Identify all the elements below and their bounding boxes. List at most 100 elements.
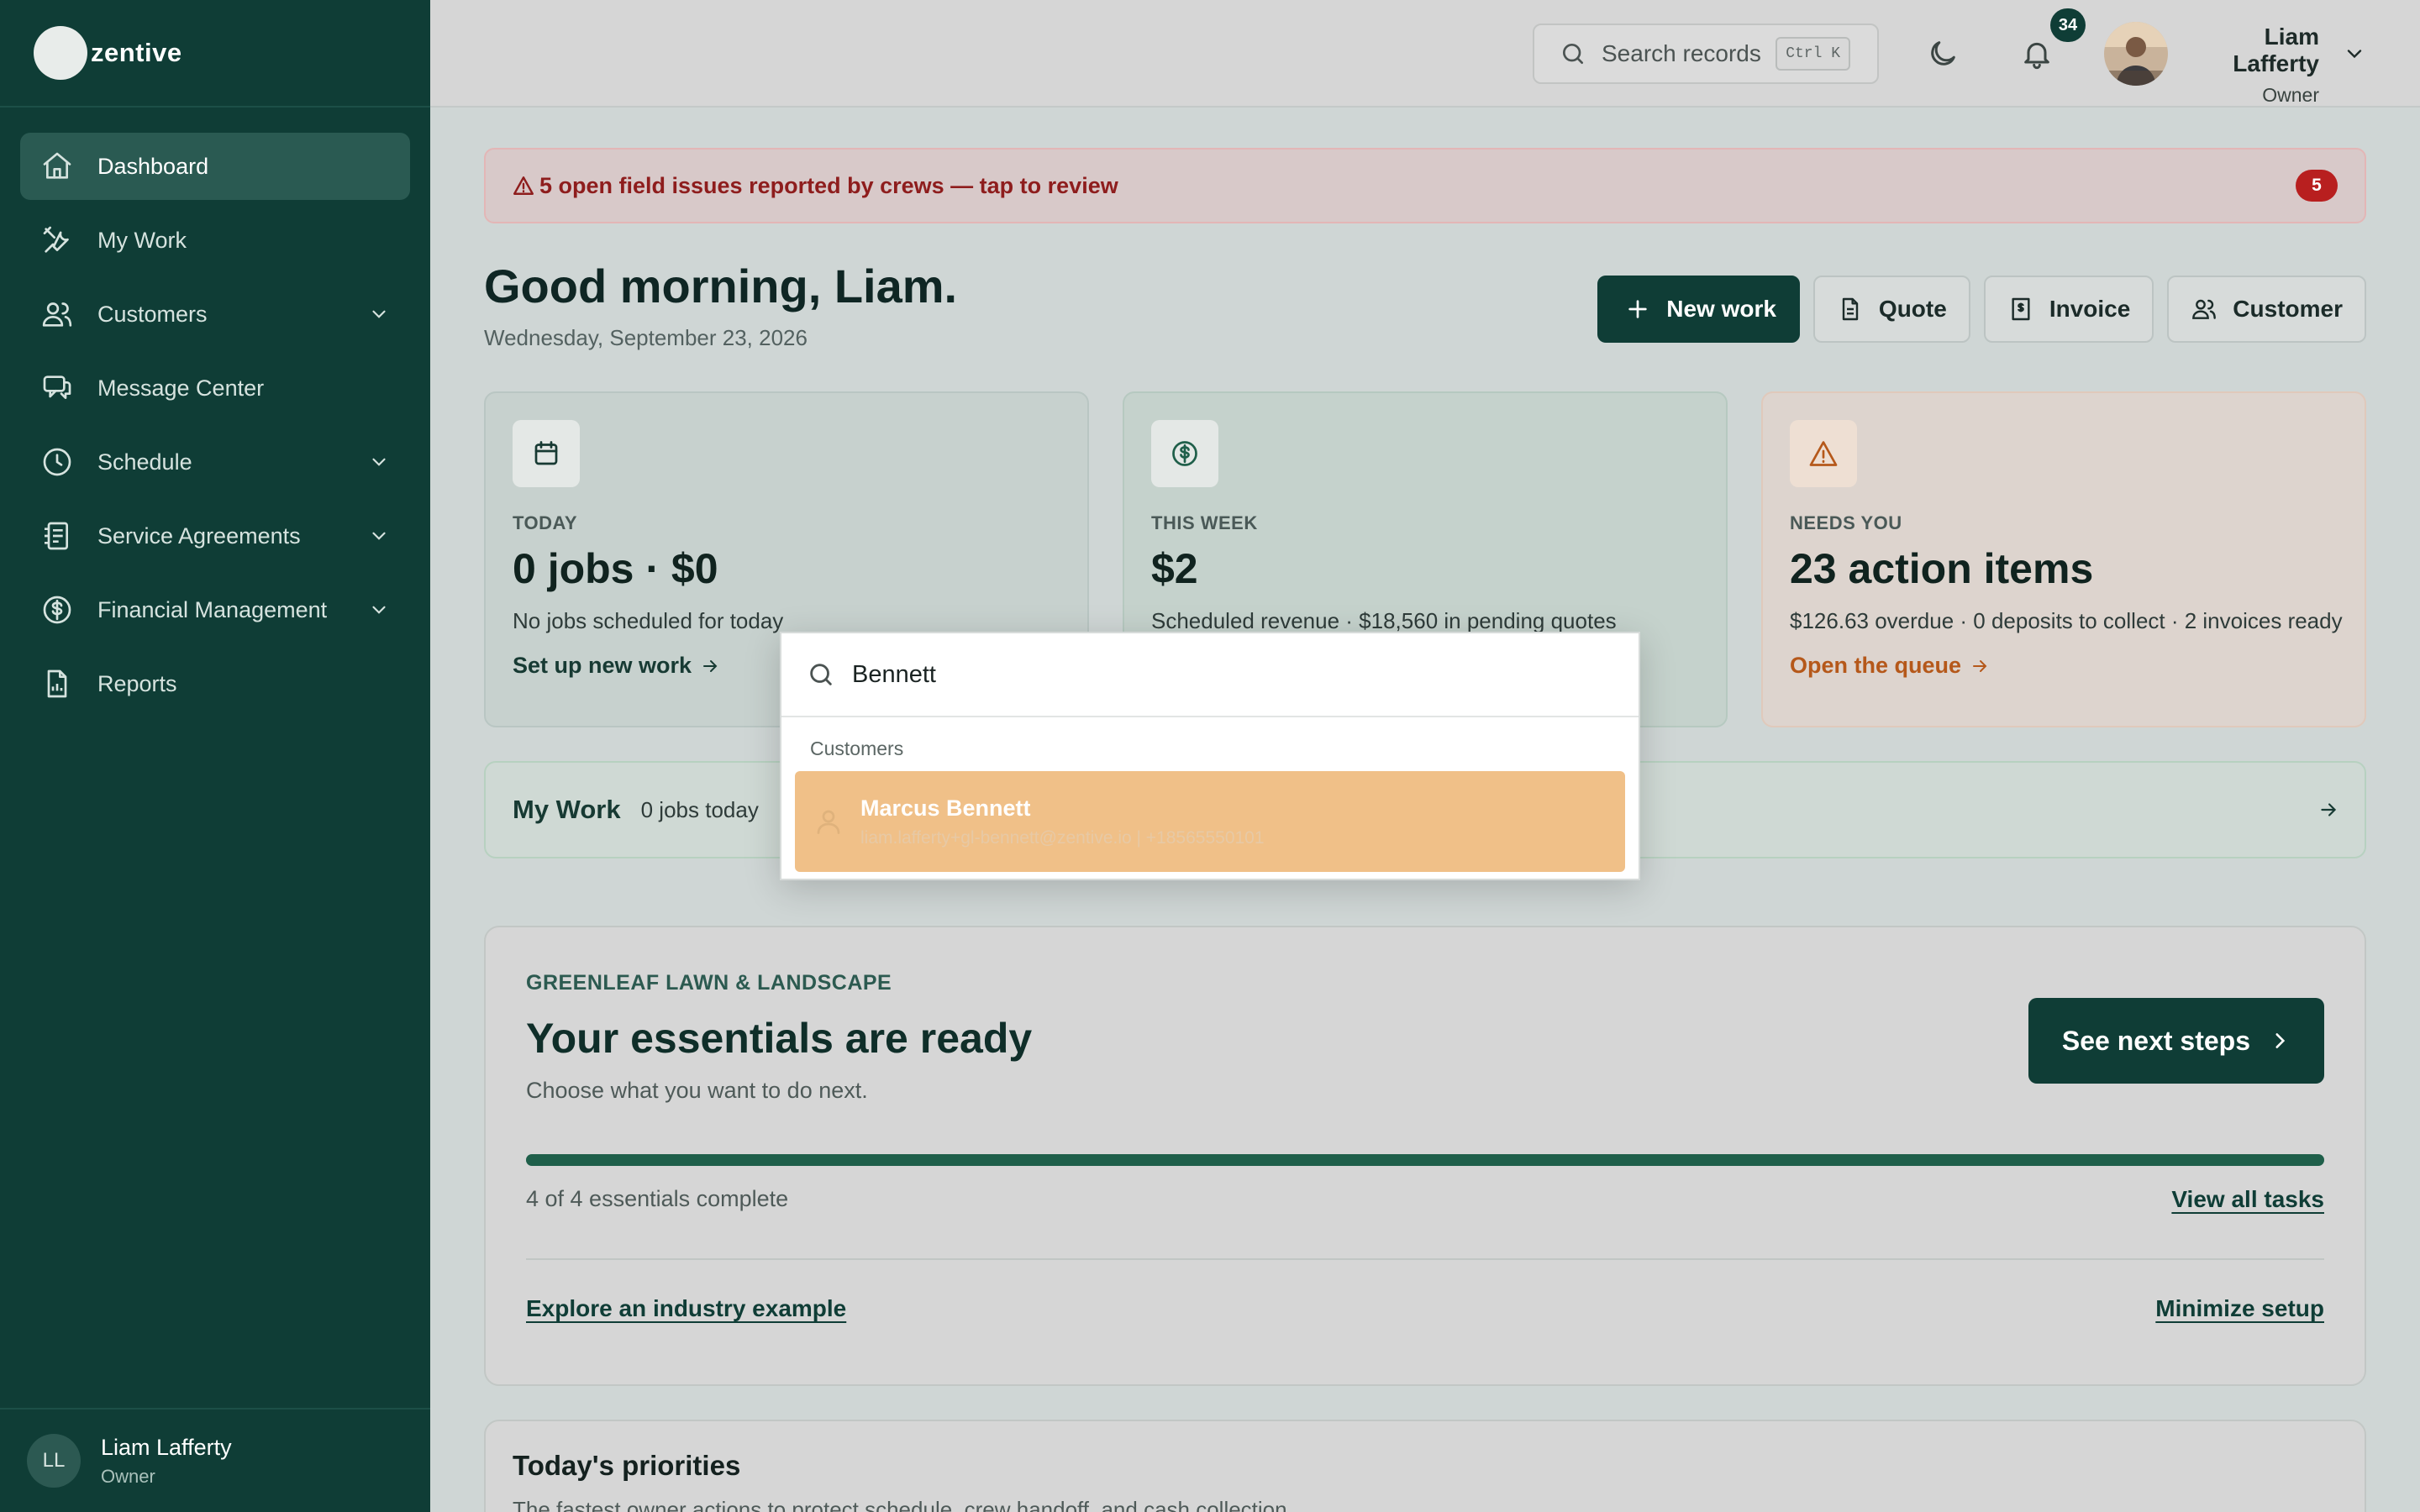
card-value: $2 bbox=[1151, 545, 1198, 592]
needs-you-card: NEEDS YOU 23 action items $126.63 overdu… bbox=[1761, 391, 2366, 727]
sidebar-user-name: Liam Lafferty bbox=[101, 1434, 232, 1460]
new-work-button[interactable]: New work bbox=[1597, 276, 1800, 343]
home-icon bbox=[43, 152, 71, 179]
chevron-down-icon[interactable] bbox=[2343, 42, 2366, 66]
arrow-right-icon bbox=[703, 659, 718, 672]
sidebar-item-label: My Work bbox=[97, 227, 187, 253]
search-query: Bennett bbox=[852, 660, 936, 688]
user-name: Liam Lafferty bbox=[2233, 24, 2319, 76]
sidebar-item-reports[interactable]: Reports bbox=[20, 650, 410, 717]
search-records-input[interactable]: Search records Ctrl K bbox=[1533, 24, 1879, 84]
invoice-label: Invoice bbox=[2049, 296, 2131, 322]
customer-button[interactable]: Customer bbox=[2167, 276, 2366, 343]
sidebar-user-profile[interactable]: LL Liam Lafferty Owner bbox=[0, 1408, 430, 1512]
card-icon-box bbox=[1151, 420, 1218, 487]
users-icon bbox=[2192, 299, 2217, 319]
clock-icon bbox=[43, 448, 71, 476]
card-link-label: Set up new work bbox=[513, 653, 692, 678]
chevron-down-icon bbox=[372, 532, 386, 540]
card-subtext: No jobs scheduled for today bbox=[513, 608, 784, 633]
search-placeholder: Search records bbox=[1602, 40, 1761, 66]
chevron-down-icon bbox=[372, 606, 386, 614]
priorities-subtitle: The fastest owner actions to protect sch… bbox=[513, 1497, 1293, 1512]
invoice-icon bbox=[2012, 297, 2030, 321]
field-issues-alert[interactable]: 5 open field issues reported by crews — … bbox=[484, 148, 2366, 223]
minimize-setup-link[interactable]: Minimize setup bbox=[2155, 1295, 2324, 1322]
priorities-title: Today's priorities bbox=[513, 1450, 741, 1481]
card-subtext: $126.63 overdue · 0 deposits to collect … bbox=[1790, 608, 2343, 633]
chevron-down-icon bbox=[372, 458, 386, 466]
sidebar-item-label: Service Agreements bbox=[97, 522, 301, 549]
sidebar-item-financial-management[interactable]: Financial Management bbox=[20, 576, 410, 643]
explore-industry-example-link[interactable]: Explore an industry example bbox=[526, 1295, 846, 1322]
search-result-item[interactable]: Marcus Bennett liam.lafferty+gl-bennett@… bbox=[795, 771, 1625, 872]
user-icon bbox=[817, 810, 840, 834]
card-subtext: Scheduled revenue · $18,560 in pending q… bbox=[1151, 608, 1617, 633]
brand-logo[interactable]: zentive bbox=[0, 0, 430, 108]
setup-panel: GREENLEAF LAWN & LANDSCAPE Your essentia… bbox=[484, 926, 2366, 1386]
sidebar-item-service-agreements[interactable]: Service Agreements bbox=[20, 502, 410, 570]
quote-label: Quote bbox=[1878, 296, 1947, 322]
business-name: GREENLEAF LAWN & LANDSCAPE bbox=[526, 971, 892, 995]
popup-search-input[interactable]: Bennett bbox=[781, 633, 1639, 717]
keyboard-shortcut-hint: Ctrl K bbox=[1776, 37, 1850, 71]
sidebar-item-label: Schedule bbox=[97, 449, 192, 475]
user-role: Owner bbox=[2262, 84, 2319, 106]
divider bbox=[526, 1258, 2324, 1260]
setup-progress-text: 4 of 4 essentials complete bbox=[526, 1186, 789, 1211]
alert-text: 5 open field issues reported by crews — … bbox=[539, 172, 1118, 198]
card-icon-box bbox=[513, 420, 580, 487]
customer-label: Customer bbox=[2233, 296, 2343, 322]
sidebar-item-label: Message Center bbox=[97, 375, 265, 401]
notification-count-badge: 34 bbox=[2050, 8, 2086, 42]
quote-button[interactable]: Quote bbox=[1812, 276, 1970, 343]
see-next-steps-button[interactable]: See next steps bbox=[2028, 998, 2324, 1084]
card-icon-box bbox=[1790, 420, 1857, 487]
greeting: Good morning, Liam. Wednesday, September… bbox=[484, 259, 957, 351]
sidebar-item-label: Dashboard bbox=[97, 153, 209, 179]
warning-icon bbox=[513, 176, 534, 195]
users-icon bbox=[42, 302, 72, 327]
dollar-icon bbox=[1172, 441, 1197, 466]
sidebar-item-dashboard[interactable]: Dashboard bbox=[20, 133, 410, 200]
my-work-title: My Work bbox=[513, 795, 621, 824]
search-results-popup: Bennett Customers Marcus Bennett liam.la… bbox=[780, 632, 1640, 880]
bell-icon[interactable] bbox=[2020, 37, 2054, 71]
arrow-right-icon bbox=[1973, 659, 1987, 672]
sidebar-nav: Dashboard My Work Customers Message Cent… bbox=[0, 108, 430, 717]
invoice-button[interactable]: Invoice bbox=[1983, 276, 2154, 343]
sidebar-item-label: Reports bbox=[97, 670, 177, 696]
message-icon bbox=[43, 375, 71, 399]
agreement-icon bbox=[45, 522, 69, 550]
chevron-down-icon bbox=[372, 310, 386, 318]
logo-mark bbox=[34, 26, 87, 80]
see-next-steps-label: See next steps bbox=[2061, 1025, 2250, 1056]
result-name: Marcus Bennett bbox=[860, 795, 1031, 821]
tools-icon bbox=[43, 226, 69, 253]
card-label: TODAY bbox=[513, 512, 578, 533]
avatar[interactable] bbox=[2104, 22, 2168, 86]
sidebar-item-my-work[interactable]: My Work bbox=[20, 207, 410, 274]
quick-actions: New work Quote Invoice Customer bbox=[1597, 276, 2366, 343]
sidebar-user-role: Owner bbox=[101, 1465, 155, 1487]
sidebar-item-schedule[interactable]: Schedule bbox=[20, 428, 410, 496]
open-the-queue-link[interactable]: Open the queue bbox=[1790, 653, 2338, 679]
topbar: Search records Ctrl K 34 Liam Lafferty O… bbox=[430, 0, 2420, 108]
moon-icon[interactable] bbox=[1926, 37, 1960, 71]
setup-progress-bar bbox=[526, 1154, 2324, 1166]
document-icon bbox=[1842, 297, 1859, 321]
sidebar-item-message-center[interactable]: Message Center bbox=[20, 354, 410, 422]
alert-count-badge: 5 bbox=[2296, 170, 2338, 202]
card-label: NEEDS YOU bbox=[1790, 512, 1902, 533]
new-work-label: New work bbox=[1666, 296, 1776, 322]
user-menu[interactable]: Liam Lafferty Owner bbox=[2183, 24, 2319, 107]
dollar-icon bbox=[43, 596, 71, 624]
sidebar-item-customers[interactable]: Customers bbox=[20, 281, 410, 348]
chevron-right-icon bbox=[2275, 1033, 2286, 1048]
search-icon bbox=[810, 664, 832, 685]
view-all-tasks-link[interactable]: View all tasks bbox=[2171, 1186, 2324, 1213]
search-icon bbox=[1563, 44, 1583, 64]
avatar: LL bbox=[27, 1434, 81, 1488]
plus-icon bbox=[1628, 300, 1647, 318]
result-group-label: Customers bbox=[810, 738, 904, 759]
